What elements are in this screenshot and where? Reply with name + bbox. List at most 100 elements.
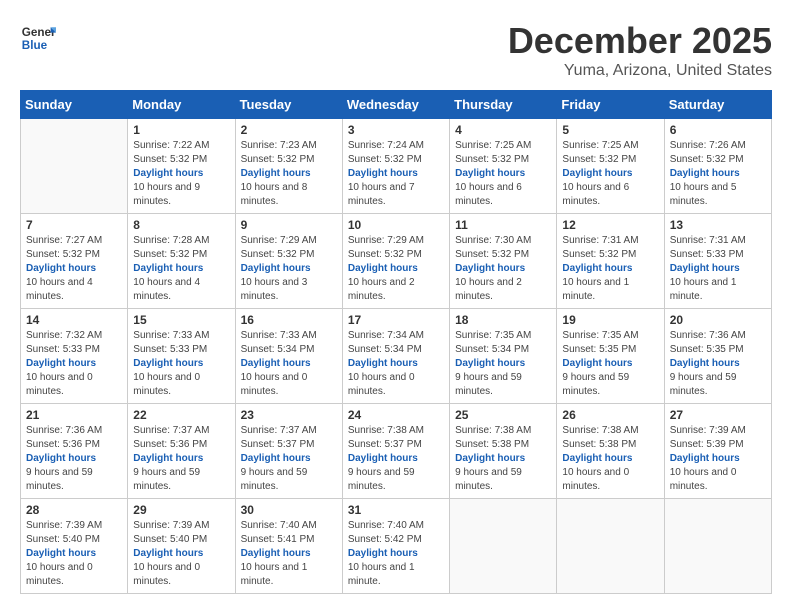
sunrise-text: Sunrise: 7:31 AM — [562, 234, 658, 248]
sunset-text: Sunset: 5:36 PM — [133, 438, 229, 452]
calendar-cell: 30Sunrise: 7:40 AMSunset: 5:41 PMDayligh… — [235, 499, 342, 594]
sunset-text: Sunset: 5:40 PM — [133, 533, 229, 547]
day-number: 5 — [562, 123, 658, 137]
calendar-cell: 16Sunrise: 7:33 AMSunset: 5:34 PMDayligh… — [235, 309, 342, 404]
sunset-text: Sunset: 5:41 PM — [241, 533, 337, 547]
daylight-label: Daylight hours — [133, 358, 203, 369]
daylight-text: Daylight hours 10 hours and 0 minutes. — [241, 357, 337, 399]
day-number: 1 — [133, 123, 229, 137]
daylight-label: Daylight hours — [670, 168, 740, 179]
day-number: 12 — [562, 218, 658, 232]
svg-text:Blue: Blue — [22, 39, 48, 52]
day-number: 17 — [348, 313, 444, 327]
sunrise-text: Sunrise: 7:33 AM — [133, 329, 229, 343]
sunrise-text: Sunrise: 7:27 AM — [26, 234, 122, 248]
calendar-cell: 29Sunrise: 7:39 AMSunset: 5:40 PMDayligh… — [128, 499, 235, 594]
daylight-text: Daylight hours 10 hours and 1 minute. — [562, 262, 658, 304]
daylight-text: Daylight hours 9 hours and 59 minutes. — [26, 452, 122, 494]
calendar-cell: 7Sunrise: 7:27 AMSunset: 5:32 PMDaylight… — [21, 214, 128, 309]
sunrise-text: Sunrise: 7:29 AM — [348, 234, 444, 248]
daylight-label: Daylight hours — [26, 263, 96, 274]
sunrise-text: Sunrise: 7:25 AM — [455, 139, 551, 153]
calendar-day-header: Friday — [557, 91, 664, 119]
day-info: Sunrise: 7:35 AMSunset: 5:34 PMDaylight … — [455, 329, 551, 399]
calendar-cell: 9 Sunrise: 7:29 AMSunset: 5:32 PMDaylight… — [235, 214, 342, 309]
calendar-cell: 19Sunrise: 7:35 AMSunset: 5:35 PMDayligh… — [557, 309, 664, 404]
sunrise-text: Sunrise: 7:40 AM — [241, 519, 337, 533]
daylight-label: Daylight hours — [455, 263, 525, 274]
daylight-label: Daylight hours — [241, 453, 311, 464]
sunrise-text: Sunrise: 7:26 AM — [670, 139, 766, 153]
sunset-text: Sunset: 5:36 PM — [26, 438, 122, 452]
daylight-text: Daylight hours 9 hours and 59 minutes. — [455, 452, 551, 494]
sunset-text: Sunset: 5:40 PM — [26, 533, 122, 547]
daylight-label: Daylight hours — [670, 263, 740, 274]
day-number: 10 — [348, 218, 444, 232]
day-number: 27 — [670, 408, 766, 422]
calendar-cell: 24Sunrise: 7:38 AMSunset: 5:37 PMDayligh… — [342, 404, 449, 499]
day-info: Sunrise: 7:28 AMSunset: 5:32 PMDaylight … — [133, 234, 229, 304]
day-info: Sunrise: 7:36 AMSunset: 5:36 PMDaylight … — [26, 424, 122, 494]
daylight-text: Daylight hours 10 hours and 0 minutes. — [133, 357, 229, 399]
daylight-text: Daylight hours 10 hours and 9 minutes. — [133, 167, 229, 209]
calendar-cell: 8 Sunrise: 7:28 AMSunset: 5:32 PMDaylight… — [128, 214, 235, 309]
daylight-text: Daylight hours 9 hours and 59 minutes. — [348, 452, 444, 494]
day-info: Sunrise: 7:25 AMSunset: 5:32 PMDaylight … — [455, 139, 551, 209]
day-info: Sunrise: 7:38 AMSunset: 5:38 PMDaylight … — [455, 424, 551, 494]
daylight-label: Daylight hours — [348, 263, 418, 274]
sunset-text: Sunset: 5:32 PM — [670, 153, 766, 167]
daylight-label: Daylight hours — [455, 358, 525, 369]
daylight-label: Daylight hours — [348, 548, 418, 559]
sunrise-text: Sunrise: 7:36 AM — [670, 329, 766, 343]
day-number: 14 — [26, 313, 122, 327]
daylight-text: Daylight hours 10 hours and 7 minutes. — [348, 167, 444, 209]
day-number: 11 — [455, 218, 551, 232]
day-info: Sunrise: 7:29 AMSunset: 5:32 PMDaylight … — [241, 234, 337, 304]
sunrise-text: Sunrise: 7:39 AM — [133, 519, 229, 533]
day-number: 24 — [348, 408, 444, 422]
daylight-label: Daylight hours — [348, 168, 418, 179]
sunrise-text: Sunrise: 7:29 AM — [241, 234, 337, 248]
day-number: 19 — [562, 313, 658, 327]
day-info: Sunrise: 7:38 AMSunset: 5:38 PMDaylight … — [562, 424, 658, 494]
calendar-table: SundayMondayTuesdayWednesdayThursdayFrid… — [20, 90, 772, 594]
calendar-cell: 27Sunrise: 7:39 AMSunset: 5:39 PMDayligh… — [664, 404, 771, 499]
day-number: 13 — [670, 218, 766, 232]
calendar-cell: 20Sunrise: 7:36 AMSunset: 5:35 PMDayligh… — [664, 309, 771, 404]
daylight-text: Daylight hours 10 hours and 5 minutes. — [670, 167, 766, 209]
daylight-label: Daylight hours — [133, 263, 203, 274]
day-number: 23 — [241, 408, 337, 422]
day-info: Sunrise: 7:33 AMSunset: 5:34 PMDaylight … — [241, 329, 337, 399]
day-number: 28 — [26, 503, 122, 517]
sunrise-text: Sunrise: 7:31 AM — [670, 234, 766, 248]
daylight-label: Daylight hours — [26, 548, 96, 559]
calendar-week-row: 14Sunrise: 7:32 AMSunset: 5:33 PMDayligh… — [21, 309, 772, 404]
day-number: 21 — [26, 408, 122, 422]
page-title: December 2025 — [508, 20, 772, 62]
day-info: Sunrise: 7:33 AMSunset: 5:33 PMDaylight … — [133, 329, 229, 399]
calendar-header-row: SundayMondayTuesdayWednesdayThursdayFrid… — [21, 91, 772, 119]
sunrise-text: Sunrise: 7:24 AM — [348, 139, 444, 153]
sunset-text: Sunset: 5:35 PM — [670, 343, 766, 357]
day-info: Sunrise: 7:39 AMSunset: 5:40 PMDaylight … — [133, 519, 229, 589]
calendar-cell: 6Sunrise: 7:26 AMSunset: 5:32 PMDaylight… — [664, 119, 771, 214]
daylight-text: Daylight hours 10 hours and 0 minutes. — [133, 547, 229, 589]
daylight-text: Daylight hours 10 hours and 2 minutes. — [455, 262, 551, 304]
day-number: 15 — [133, 313, 229, 327]
daylight-text: Daylight hours 10 hours and 2 minutes. — [348, 262, 444, 304]
calendar-day-header: Thursday — [450, 91, 557, 119]
day-number: 4 — [455, 123, 551, 137]
day-number: 8 — [133, 218, 229, 232]
calendar-cell — [664, 499, 771, 594]
sunset-text: Sunset: 5:32 PM — [241, 248, 337, 262]
daylight-text: Daylight hours 10 hours and 0 minutes. — [26, 357, 122, 399]
day-info: Sunrise: 7:25 AMSunset: 5:32 PMDaylight … — [562, 139, 658, 209]
calendar-cell: 12Sunrise: 7:31 AMSunset: 5:32 PMDayligh… — [557, 214, 664, 309]
day-number: 9 — [241, 218, 337, 232]
calendar-cell: 15 Sunrise: 7:33 AMSunset: 5:33 PMDayligh… — [128, 309, 235, 404]
daylight-label: Daylight hours — [562, 168, 632, 179]
sunset-text: Sunset: 5:34 PM — [348, 343, 444, 357]
daylight-text: Daylight hours 10 hours and 1 minute. — [348, 547, 444, 589]
day-info: Sunrise: 7:29 AMSunset: 5:32 PMDaylight … — [348, 234, 444, 304]
daylight-text: Daylight hours 10 hours and 4 minutes. — [26, 262, 122, 304]
